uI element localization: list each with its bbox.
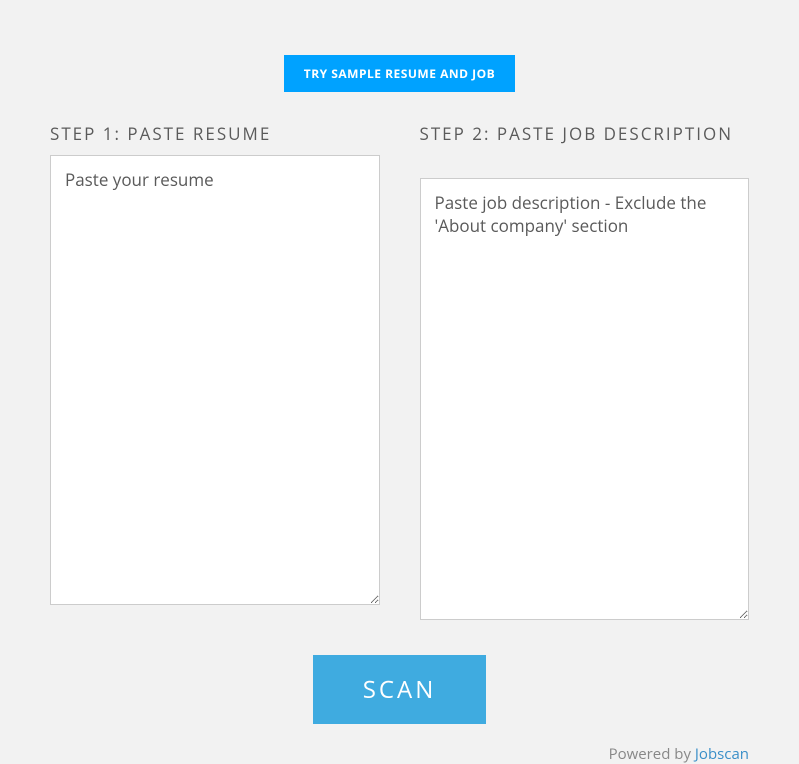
step1-label: STEP 1: PASTE RESUME [50, 122, 380, 145]
resume-column: STEP 1: PASTE RESUME [50, 122, 380, 625]
job-description-textarea[interactable] [420, 178, 750, 620]
columns: STEP 1: PASTE RESUME STEP 2: PASTE JOB D… [50, 122, 749, 625]
job-column: STEP 2: PASTE JOB DESCRIPTION [420, 122, 750, 625]
resume-textarea[interactable] [50, 155, 380, 605]
try-sample-button[interactable]: TRY SAMPLE RESUME AND JOB [284, 55, 515, 92]
footer-prefix: Powered by [609, 744, 695, 764]
main-container: TRY SAMPLE RESUME AND JOB STEP 1: PASTE … [0, 0, 799, 764]
top-button-wrap: TRY SAMPLE RESUME AND JOB [50, 0, 749, 122]
footer: Powered by Jobscan [50, 744, 749, 764]
scan-wrap: SCAN [50, 655, 749, 724]
scan-button[interactable]: SCAN [313, 655, 487, 724]
jobscan-link[interactable]: Jobscan [695, 744, 749, 764]
step2-label: STEP 2: PASTE JOB DESCRIPTION [420, 122, 750, 168]
